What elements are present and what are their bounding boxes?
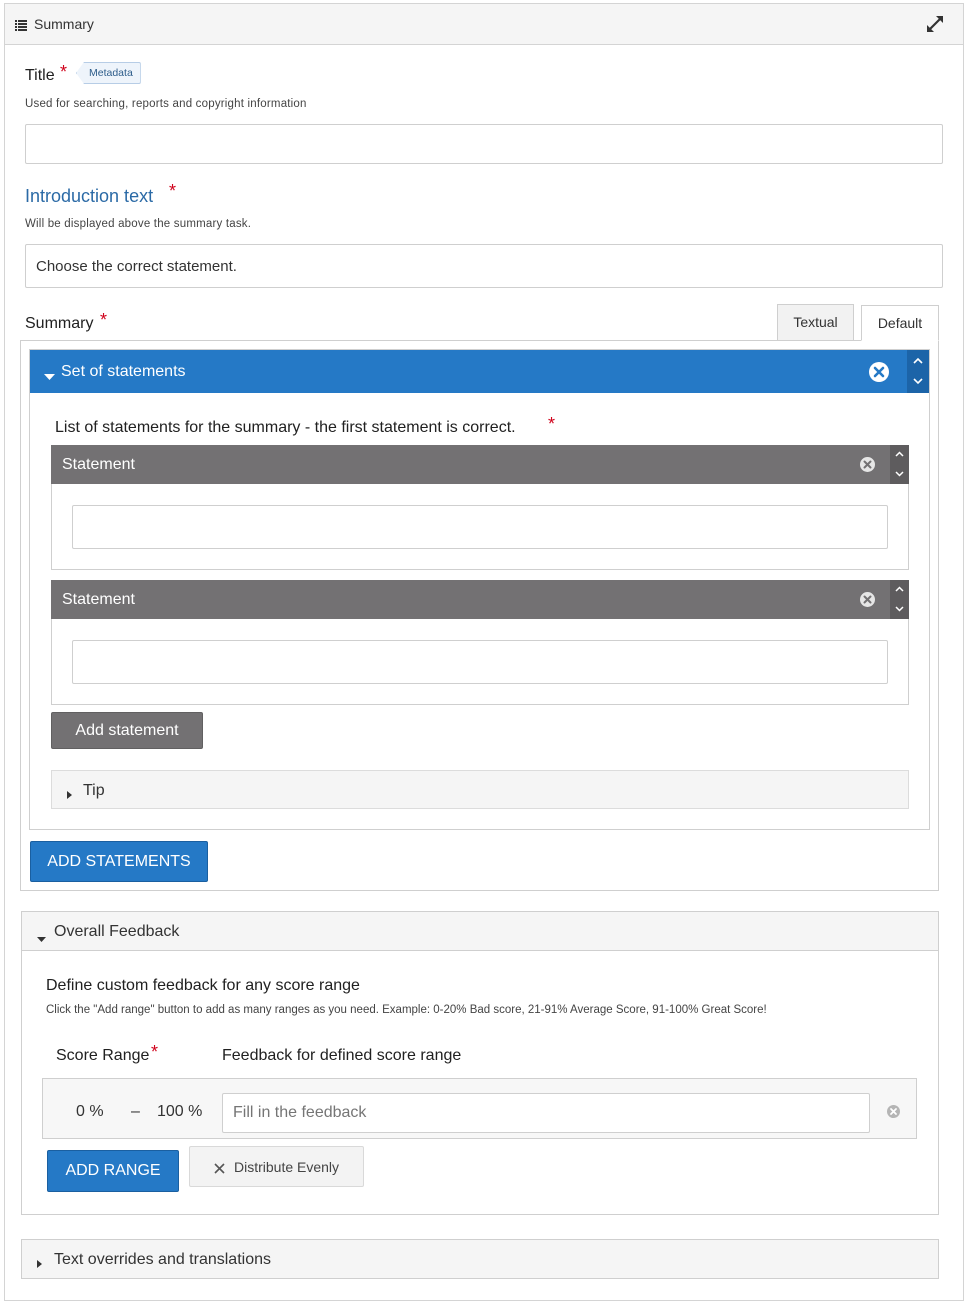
feedback-heading: Define custom feedback for any score ran…	[46, 977, 360, 994]
set-of-statements-title: Set of statements	[61, 363, 186, 380]
feedback-description: Click the "Add range" button to add as m…	[46, 1004, 767, 1016]
summary-header-bar: Summary	[5, 4, 963, 45]
move-down-icon[interactable]	[907, 372, 929, 393]
text-overrides-panel: Text overrides and translations	[21, 1239, 939, 1279]
required-mark: *	[151, 1042, 159, 1062]
move-up-icon[interactable]	[890, 446, 909, 464]
summary-label: Summary	[25, 315, 94, 332]
statement-header[interactable]: Statement	[51, 580, 890, 619]
title-input[interactable]	[25, 124, 943, 164]
list-icon	[15, 18, 27, 36]
intro-input[interactable]	[25, 244, 943, 288]
close-icon	[214, 1161, 225, 1177]
range-from: 0 %	[76, 1103, 104, 1120]
caret-right-icon	[37, 1255, 42, 1273]
distribute-evenly-label: Distribute Evenly	[234, 1159, 340, 1175]
range-to: 100 %	[157, 1103, 203, 1120]
text-overrides-toggle[interactable]: Text overrides and translations	[22, 1240, 938, 1278]
remove-statement-icon[interactable]	[859, 591, 876, 613]
caret-right-icon	[67, 786, 72, 804]
expand-icon[interactable]	[925, 14, 945, 39]
add-statements-button[interactable]: ADD STATEMENTS	[30, 841, 208, 882]
move-down-icon[interactable]	[890, 600, 909, 618]
tip-label: Tip	[83, 782, 105, 799]
move-down-icon[interactable]	[890, 465, 909, 483]
statement-input[interactable]	[72, 505, 888, 549]
caret-down-icon	[37, 929, 46, 947]
tip-toggle[interactable]: Tip	[51, 770, 909, 809]
feedback-input[interactable]	[222, 1093, 870, 1133]
group-order-controls	[907, 350, 929, 393]
remove-group-icon[interactable]	[868, 361, 890, 388]
score-range-column-label: Score Range	[56, 1047, 150, 1064]
caret-down-icon	[44, 368, 55, 386]
statement-title: Statement	[62, 456, 135, 473]
move-up-icon[interactable]	[907, 352, 929, 373]
required-mark: *	[548, 414, 556, 434]
statement-header[interactable]: Statement	[51, 445, 890, 484]
intro-description: Will be displayed above the summary task…	[25, 218, 252, 230]
text-overrides-title: Text overrides and translations	[54, 1251, 271, 1268]
remove-range-icon[interactable]	[886, 1104, 901, 1124]
overall-feedback-toggle[interactable]: Overall Feedback	[22, 912, 938, 951]
add-range-button[interactable]: ADD RANGE	[47, 1150, 179, 1192]
remove-statement-icon[interactable]	[859, 456, 876, 478]
statement-input[interactable]	[72, 640, 888, 684]
range-separator: –	[131, 1103, 140, 1120]
statement-order-controls	[890, 580, 909, 619]
statements-list-label: List of statements for the summary - the…	[55, 419, 516, 436]
title-label: Title	[25, 67, 55, 84]
required-mark: *	[100, 310, 108, 330]
distribute-evenly-button[interactable]: Distribute Evenly	[189, 1146, 364, 1187]
required-mark: *	[60, 62, 68, 82]
required-mark: *	[169, 181, 177, 201]
feedback-column-label: Feedback for defined score range	[222, 1047, 462, 1064]
metadata-button[interactable]: Metadata	[76, 62, 141, 84]
statement-order-controls	[890, 445, 909, 484]
move-up-icon[interactable]	[890, 581, 909, 599]
statement-title: Statement	[62, 591, 135, 608]
set-of-statements-header[interactable]: Set of statements	[30, 350, 907, 393]
add-statement-button[interactable]: Add statement	[51, 712, 203, 749]
overall-feedback-title: Overall Feedback	[54, 923, 180, 940]
title-description: Used for searching, reports and copyrigh…	[25, 98, 307, 110]
intro-label: Introduction text	[25, 186, 154, 206]
tab-default[interactable]: Default	[861, 305, 939, 341]
content-type-title: Summary	[34, 16, 94, 32]
tab-textual[interactable]: Textual	[777, 304, 854, 340]
